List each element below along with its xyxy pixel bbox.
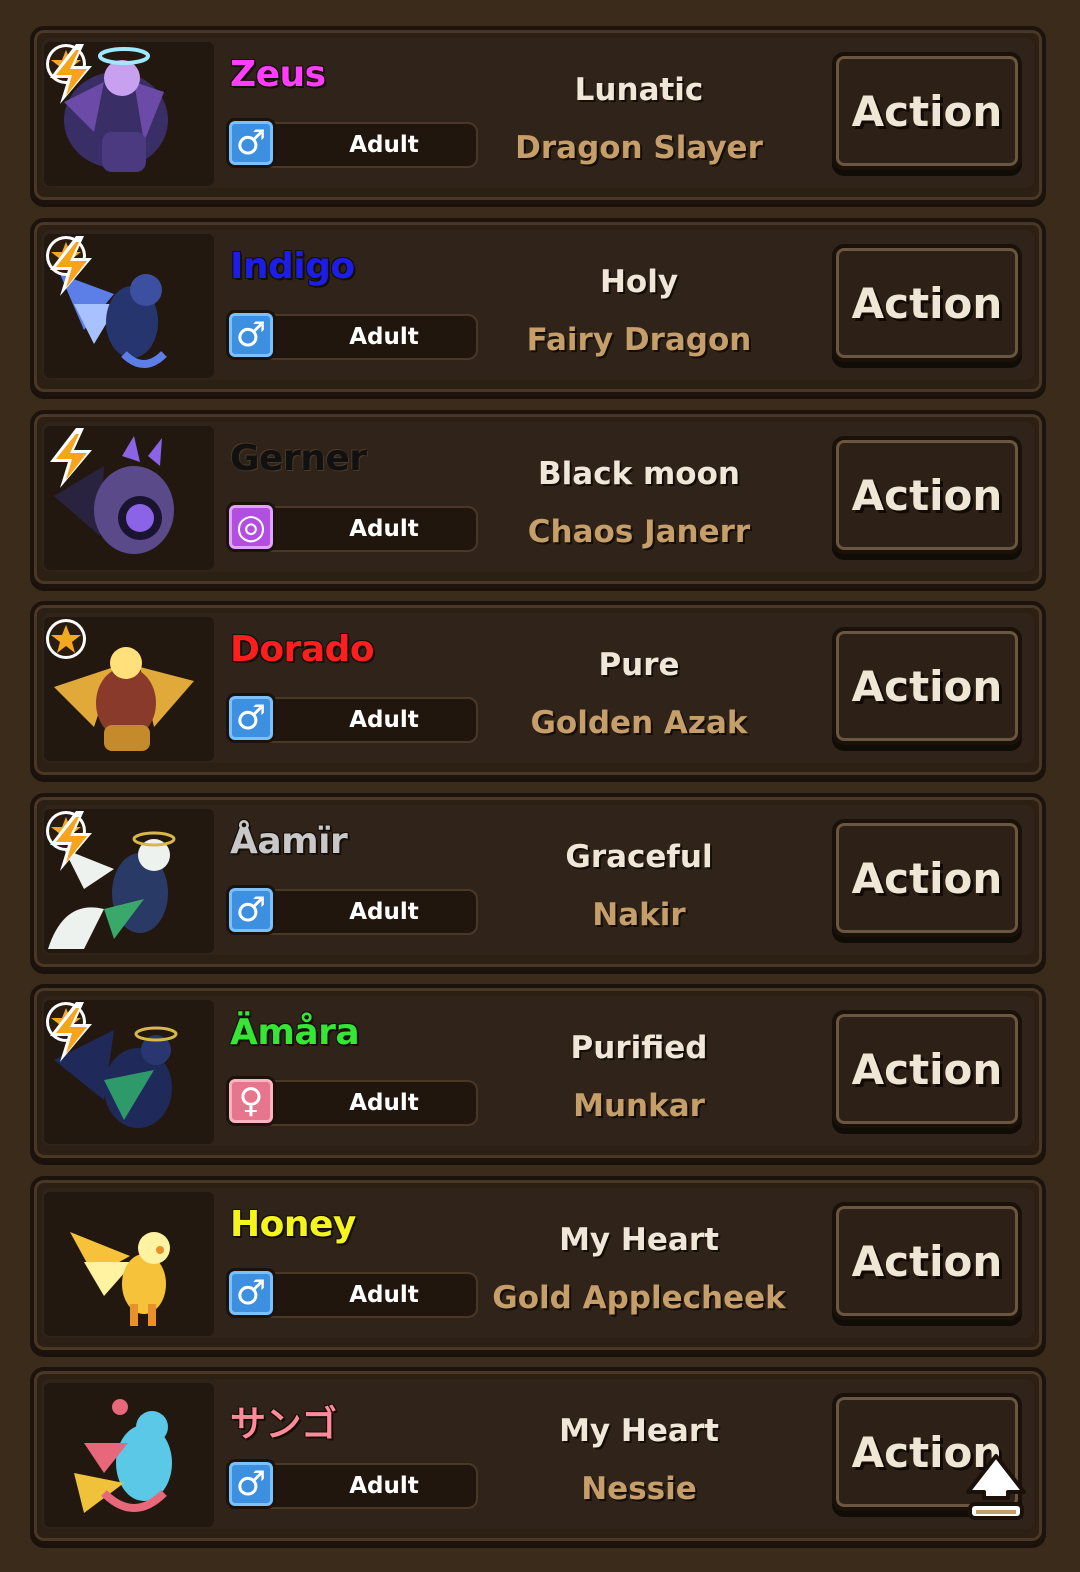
dragon-portrait	[44, 426, 214, 570]
age-badge: Adult	[260, 1272, 478, 1318]
female-symbol-icon: ♀	[226, 1076, 276, 1126]
dragon-species: Gold Applecheek	[492, 1280, 786, 1316]
dragon-name: Ämåra	[230, 1012, 360, 1053]
dragon-card[interactable]: Gerner Adult ◎ Black moon Chaos Janerr A…	[30, 410, 1046, 588]
male-symbol-icon: ♂	[226, 1459, 276, 1509]
male-symbol-icon: ♂	[226, 1268, 276, 1318]
dragon-name: Honey	[230, 1204, 356, 1245]
dragon-trait: My Heart	[559, 1413, 719, 1449]
dragon-trait: Purified	[570, 1030, 708, 1066]
dragon-portrait	[44, 1192, 214, 1336]
dragon-portrait	[44, 809, 214, 953]
dragon-trait: Graceful	[565, 839, 713, 875]
dragon-trait: Pure	[598, 647, 680, 683]
dragon-card[interactable]: Honey Adult ♂ My Heart Gold Applecheek A…	[30, 1176, 1046, 1354]
male-symbol-icon: ♂	[226, 885, 276, 935]
action-button[interactable]: Action	[832, 52, 1022, 170]
dragon-portrait	[44, 617, 214, 761]
male-symbol-icon: ♂	[226, 693, 276, 743]
dragon-name: Dorado	[230, 629, 375, 670]
dragon-card[interactable]: サンゴ Adult ♂ My Heart Nessie Action	[30, 1367, 1046, 1545]
dragon-portrait	[44, 1000, 214, 1144]
dragon-species: Nakir	[592, 897, 686, 933]
action-button[interactable]: Action	[832, 819, 1022, 937]
favorite-star-icon	[46, 619, 86, 659]
dragon-species: Munkar	[573, 1088, 705, 1124]
energy-bolt-icon	[50, 428, 92, 488]
age-badge: Adult	[260, 1463, 478, 1509]
energy-bolt-icon	[50, 1002, 92, 1062]
dragon-card[interactable]: Zeus Adult ♂ Lunatic Dragon Slayer Actio…	[30, 26, 1046, 204]
dragon-trait: Lunatic	[574, 72, 704, 108]
male-symbol-icon: ♂	[226, 310, 276, 360]
dragon-species: Nessie	[581, 1471, 697, 1507]
age-badge: Adult	[260, 314, 478, 360]
energy-bolt-icon	[50, 236, 92, 296]
dragon-card[interactable]: Ämåra Adult ♀ Purified Munkar Action	[30, 984, 1046, 1162]
dragon-portrait	[44, 42, 214, 186]
dragon-name: Indigo	[230, 246, 355, 287]
genderless-symbol-icon: ◎	[226, 502, 276, 552]
scroll-to-top-icon[interactable]	[964, 1452, 1028, 1524]
dragon-name: サンゴ	[230, 1404, 337, 1445]
dragon-species: Dragon Slayer	[515, 130, 763, 166]
dragon-trait: Black moon	[538, 456, 740, 492]
action-button[interactable]: Action	[832, 436, 1022, 554]
dragon-species: Fairy Dragon	[526, 322, 752, 358]
age-badge: Adult	[260, 506, 478, 552]
age-badge: Adult	[260, 697, 478, 743]
male-symbol-icon: ♂	[226, 118, 276, 168]
dragon-art-icon	[74, 1399, 172, 1513]
dragon-name: Åamïr	[230, 821, 348, 862]
action-button[interactable]: Action	[832, 1010, 1022, 1128]
action-button[interactable]: Action	[832, 244, 1022, 362]
dragon-name: Zeus	[230, 54, 326, 95]
dragon-trait: Holy	[599, 264, 679, 300]
dragon-species: Chaos Janerr	[527, 514, 751, 550]
action-button[interactable]: Action	[832, 627, 1022, 745]
dragon-trait: My Heart	[559, 1222, 719, 1258]
age-badge: Adult	[260, 889, 478, 935]
action-button[interactable]: Action	[832, 1202, 1022, 1320]
dragon-card[interactable]: Indigo Adult ♂ Holy Fairy Dragon Action	[30, 218, 1046, 396]
dragon-art-icon	[70, 1232, 170, 1326]
dragon-portrait	[44, 234, 214, 378]
dragon-name: Gerner	[230, 438, 367, 479]
dragon-species: Golden Azak	[530, 705, 748, 741]
dragon-portrait	[44, 1383, 214, 1527]
dragon-card[interactable]: Dorado Adult ♂ Pure Golden Azak Action	[30, 601, 1046, 779]
dragon-card[interactable]: Åamïr Adult ♂ Graceful Nakir Action	[30, 793, 1046, 971]
energy-bolt-icon	[50, 44, 92, 104]
age-badge: Adult	[260, 1080, 478, 1126]
energy-bolt-icon	[50, 811, 92, 871]
age-badge: Adult	[260, 122, 478, 168]
